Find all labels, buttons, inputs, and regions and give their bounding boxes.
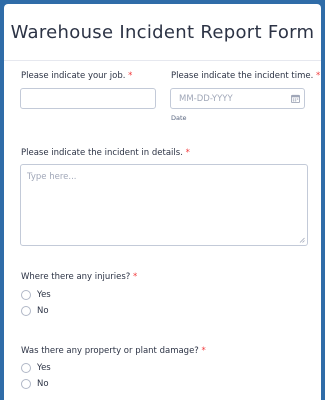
required-marker: * bbox=[201, 346, 206, 356]
job-label-text: Please indicate your job. bbox=[21, 71, 126, 81]
injuries-option-yes[interactable]: Yes bbox=[21, 290, 51, 300]
damage-label: Was there any property or plant damage? … bbox=[21, 346, 206, 356]
required-marker: * bbox=[128, 71, 133, 81]
option-label: No bbox=[37, 379, 49, 389]
damage-option-no[interactable]: No bbox=[21, 379, 49, 389]
option-label: Yes bbox=[37, 290, 51, 300]
injuries-option-no[interactable]: No bbox=[21, 306, 49, 316]
resize-handle-icon[interactable] bbox=[299, 237, 305, 243]
radio-button[interactable] bbox=[21, 290, 31, 300]
injuries-label: Where there any injuries? * bbox=[21, 272, 137, 282]
details-label-text: Please indicate the incident in details. bbox=[21, 148, 183, 158]
incident-time-label-text: Please indicate the incident time. bbox=[171, 71, 314, 81]
job-label: Please indicate your job. * bbox=[21, 71, 132, 81]
option-label: Yes bbox=[37, 363, 51, 373]
radio-button[interactable] bbox=[21, 379, 31, 389]
form-card: Warehouse Incident Report Form Please in… bbox=[4, 4, 321, 400]
date-placeholder: MM-DD-YYYY bbox=[179, 94, 233, 104]
option-label: No bbox=[37, 306, 49, 316]
details-placeholder: Type here... bbox=[27, 172, 77, 182]
incident-time-label: Please indicate the incident time. * bbox=[171, 71, 320, 81]
radio-button[interactable] bbox=[21, 363, 31, 373]
required-marker: * bbox=[133, 272, 138, 282]
incident-date-input[interactable]: MM-DD-YYYY bbox=[170, 88, 305, 109]
details-textarea[interactable]: Type here... bbox=[20, 164, 308, 246]
form-title: Warehouse Incident Report Form bbox=[10, 21, 315, 43]
form-header: Warehouse Incident Report Form bbox=[4, 4, 321, 61]
injuries-label-text: Where there any injuries? bbox=[21, 272, 131, 282]
date-sublabel: Date bbox=[171, 114, 187, 122]
required-marker: * bbox=[316, 71, 321, 81]
radio-button[interactable] bbox=[21, 306, 31, 316]
required-marker: * bbox=[185, 148, 190, 158]
details-label: Please indicate the incident in details.… bbox=[21, 148, 190, 158]
damage-option-yes[interactable]: Yes bbox=[21, 363, 51, 373]
damage-label-text: Was there any property or plant damage? bbox=[21, 346, 199, 356]
job-input[interactable] bbox=[20, 88, 156, 109]
calendar-icon[interactable] bbox=[291, 94, 300, 103]
